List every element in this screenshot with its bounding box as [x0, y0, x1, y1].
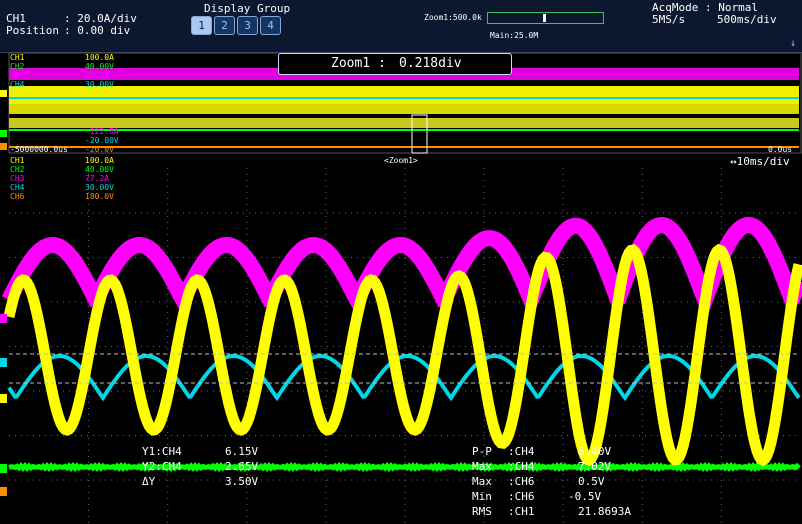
main-left-time: -5000000.0us: [10, 145, 68, 154]
zoom-waveforms: [1, 216, 802, 473]
meas-1-channel: :CH4: [508, 445, 535, 458]
ch2-marker-main[interactable]: [0, 130, 7, 137]
meas-5-item: RMS: [472, 505, 492, 518]
meas-4-channel: :CH6: [508, 490, 535, 503]
zoom-ch6-scale: 180.0V: [85, 192, 114, 201]
meas-5-value: 21.8693A: [578, 505, 631, 518]
zoom-window-value[interactable]: 0.218div: [399, 57, 462, 71]
ch3-marker[interactable]: [0, 314, 7, 323]
meas-2-value: 7.02V: [578, 460, 612, 473]
main-ch3-offset: -122.8A: [85, 127, 119, 136]
zoom-window-label: Zoom1 :: [331, 56, 386, 71]
cursor-y2-label: Y2:CH4: [142, 460, 182, 473]
meas-2-item: Max: [472, 460, 492, 473]
zoom-ch3-scale: 77.2A: [85, 174, 110, 183]
main-ch2-scale: 40.00V: [85, 62, 114, 71]
main-ch2-name: CH2: [10, 62, 25, 71]
main-right-time: 0.0us: [768, 145, 793, 154]
ch2-marker[interactable]: [0, 464, 7, 473]
meas-5-channel: :CH1: [508, 505, 535, 518]
cursor-y2-value: 2.65V: [225, 460, 259, 473]
ch4-marker[interactable]: [0, 358, 7, 367]
cursor-dy-value: 3.50V: [225, 475, 259, 488]
main-ch1-band: [9, 86, 799, 104]
zoom-ch1-name: CH1: [10, 156, 25, 165]
zoom-window-box[interactable]: Zoom1 : 0.218div: [278, 53, 512, 75]
meas-4-value: -0.5V: [568, 490, 602, 503]
main-ch1-lower-band: [9, 104, 799, 114]
zoom-time-div[interactable]: ↔10ms/div: [730, 156, 790, 168]
meas-4-item: Min: [472, 490, 492, 503]
main-ch4-offset: -20.00V: [85, 136, 119, 145]
zoom-ch4-name: CH4: [10, 183, 25, 192]
ch2-trace: [8, 461, 801, 473]
cursor-dy-label: ΔY: [142, 475, 156, 488]
meas-3-channel: :CH6: [508, 475, 535, 488]
meas-3-item: Max: [472, 475, 492, 488]
main-ch3-name: CH3: [10, 71, 25, 80]
zoom-ch1-scale: 100.0A: [85, 156, 114, 165]
ch1-marker-main[interactable]: [0, 90, 7, 97]
zoom-ch3-name: CH3: [10, 174, 25, 183]
oscilloscope-screen: CH1 : 20.0A/div Position : 0.00 div Disp…: [0, 0, 802, 524]
zoom-marker-label: <Zoom1>: [384, 156, 418, 165]
cursor-y1-value: 6.15V: [225, 445, 259, 458]
ch6-marker-main[interactable]: [0, 143, 7, 150]
waveform-display: [0, 52, 802, 523]
main-ch1-scale: 100.0A: [85, 53, 114, 62]
meas-1-item: P-P: [472, 445, 492, 458]
zoom-ch2-scale: 40.00V: [85, 165, 114, 174]
main-ch4-scale: 30.00V: [85, 80, 114, 89]
zoom-ch6-name: CH6: [10, 192, 25, 201]
zoom-ch4-scale: 30.00V: [85, 183, 114, 192]
main-ch4-band: [9, 118, 799, 128]
main-waveforms: [9, 68, 799, 154]
main-ch3-scale: 77.2A: [85, 71, 110, 80]
meas-3-value: 0.5V: [578, 475, 605, 488]
meas-1-value: 6.40V: [578, 445, 612, 458]
cursor-y1-label: Y1:CH4: [142, 445, 182, 458]
ch6-marker[interactable]: [0, 487, 7, 496]
meas-2-channel: :CH4: [508, 460, 535, 473]
ch1-marker[interactable]: [0, 394, 7, 403]
ch3-trace: [1, 216, 802, 323]
main-ch4-name: CH4: [10, 80, 25, 89]
zoom-ch2-name: CH2: [10, 165, 25, 174]
main-ch6-offset: -20.0V: [85, 145, 114, 154]
main-ch1-name: CH1: [10, 53, 25, 62]
